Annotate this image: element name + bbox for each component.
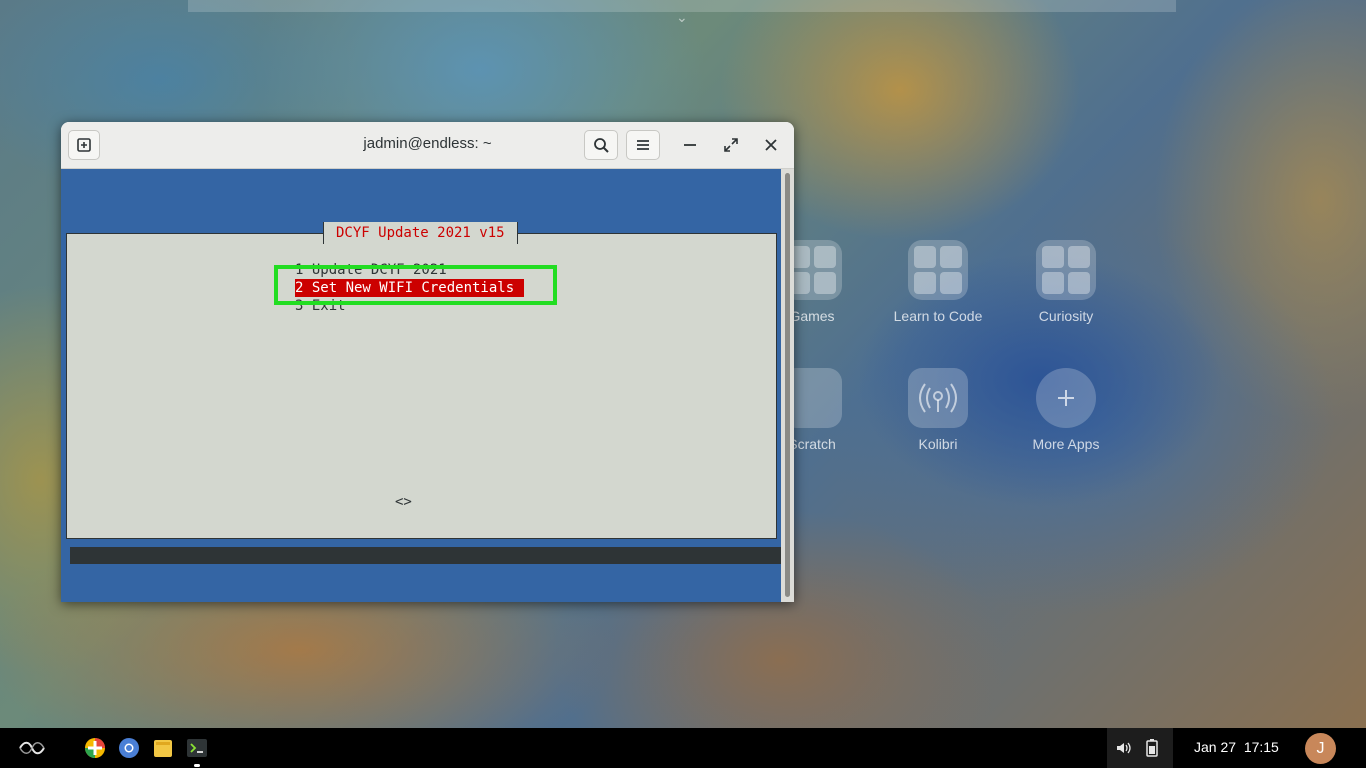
volume-button[interactable] — [1113, 728, 1133, 768]
minimize-icon — [684, 144, 696, 146]
taskbar: Jan 27 17:15 J — [0, 728, 1366, 768]
dialog-buttons[interactable]: <> — [395, 494, 412, 510]
app-center-icon — [85, 738, 105, 758]
app-label-kolibri: Kolibri — [918, 436, 958, 452]
whiptail-dialog: DCYF Update 2021 v15 1 Update DCYF 2021 … — [66, 222, 777, 539]
app-tile-curiosity[interactable]: Curiosity — [1006, 240, 1126, 324]
menu-button[interactable] — [626, 130, 660, 160]
battery-button[interactable] — [1142, 728, 1162, 768]
minimize-button[interactable] — [675, 130, 705, 160]
app-tile-kolibri[interactable]: Kolibri — [878, 368, 998, 452]
app-label-more-apps: More Apps — [1032, 436, 1100, 452]
curiosity-folder-icon — [1036, 240, 1096, 300]
app-label-scratch: Scratch — [788, 436, 836, 452]
app-tile-learn-to-code[interactable]: Learn to Code — [878, 240, 998, 324]
new-tab-icon — [77, 138, 91, 152]
maximize-button[interactable] — [716, 130, 746, 160]
files-icon — [154, 740, 172, 757]
new-tab-button[interactable] — [68, 130, 100, 160]
close-icon — [765, 139, 777, 151]
hamburger-menu-icon — [637, 140, 649, 150]
clock[interactable]: Jan 27 17:15 — [1194, 739, 1279, 755]
terminal-icon — [187, 739, 207, 757]
running-indicator — [194, 764, 200, 767]
chevron-down-icon[interactable]: ⌄ — [676, 10, 688, 24]
user-avatar[interactable]: J — [1305, 733, 1336, 764]
scrollbar[interactable] — [781, 169, 794, 602]
scrollbar-thumb[interactable] — [785, 173, 790, 597]
chromium-launcher[interactable] — [116, 728, 142, 768]
maximize-icon — [724, 138, 738, 152]
kolibri-icon — [908, 368, 968, 428]
app-tile-more-apps[interactable]: More Apps — [1006, 368, 1126, 452]
dialog-title: DCYF Update 2021 v15 — [323, 222, 518, 244]
terminal-launcher[interactable] — [184, 728, 210, 768]
desktop-background: ⌄ Games Learn to Code Curiosity Scratch … — [0, 0, 1366, 728]
endless-menu-button[interactable] — [14, 728, 50, 768]
chromium-icon — [119, 738, 139, 758]
app-label-curiosity: Curiosity — [1038, 308, 1094, 324]
close-button[interactable] — [756, 130, 786, 160]
dialog-shadow — [70, 547, 781, 564]
highlight-box — [274, 265, 557, 305]
search-button[interactable] — [584, 130, 618, 160]
app-label-games: Games — [789, 308, 835, 324]
battery-icon — [1146, 739, 1158, 757]
terminal-content[interactable]: DCYF Update 2021 v15 1 Update DCYF 2021 … — [61, 169, 781, 602]
terminal-titlebar[interactable]: jadmin@endless: ~ — [61, 122, 794, 169]
volume-icon — [1117, 742, 1131, 754]
files-launcher[interactable] — [150, 728, 176, 768]
app-center-launcher[interactable] — [82, 728, 108, 768]
endless-menu-icon — [19, 741, 45, 755]
learn-to-code-folder-icon — [908, 240, 968, 300]
terminal-window[interactable]: jadmin@endless: ~ DCYF Update 2021 v15 1… — [61, 122, 794, 602]
app-label-learn-to-code: Learn to Code — [893, 308, 983, 324]
add-app-icon — [1036, 368, 1096, 428]
search-icon — [593, 137, 609, 153]
